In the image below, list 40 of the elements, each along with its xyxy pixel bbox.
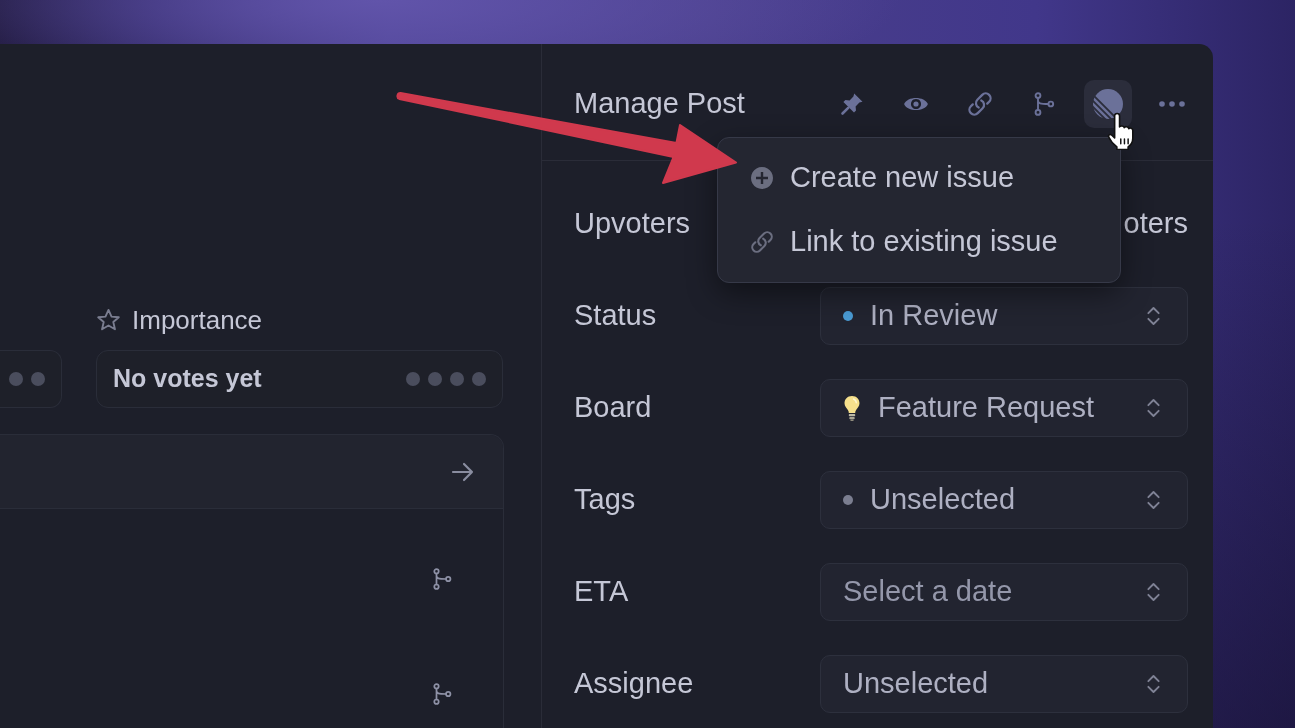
importance-label: Importance: [132, 306, 263, 334]
more-icon: [1159, 100, 1185, 108]
striped-circle-icon: [1092, 88, 1124, 120]
star-icon: [96, 307, 121, 333]
branch-icon: [431, 681, 453, 706]
chevron-up-down-icon: [1146, 672, 1161, 696]
field-label: ETA: [574, 574, 629, 610]
select-field[interactable]: In Review: [820, 287, 1188, 345]
issue-button[interactable]: [1084, 80, 1132, 128]
field-label: Tags: [574, 482, 636, 518]
branch-icon: [1032, 91, 1056, 117]
rating-dot-icon: [31, 372, 45, 386]
rating-dot-icon: [450, 372, 464, 386]
rating-dot-icon: [9, 372, 23, 386]
rating-dot-icon: [428, 372, 442, 386]
link-icon: [967, 91, 993, 117]
rating-dot-icon: [406, 372, 420, 386]
select-field[interactable]: Feature Request: [820, 379, 1188, 437]
menu-item[interactable]: Create new issue: [718, 146, 1120, 210]
lightbulb-icon: [843, 395, 861, 421]
branch-icon: [431, 566, 453, 591]
field-value-text: oters: [1123, 206, 1188, 242]
hand-cursor-icon: [1107, 112, 1137, 150]
select-field[interactable]: Unselected: [820, 471, 1188, 529]
link-icon: [750, 230, 774, 254]
pin-icon: [840, 92, 864, 116]
chevron-up-down-icon: [1146, 396, 1161, 420]
chevron-up-down-icon: [1146, 580, 1161, 604]
field-label: Status: [574, 298, 657, 334]
menu-item[interactable]: Link to existing issue: [718, 210, 1120, 274]
field-label: Assignee: [574, 666, 694, 702]
chevron-up-down-icon: [1146, 488, 1161, 512]
rating-dot-icon: [472, 372, 486, 386]
select-field[interactable]: Unselected: [820, 655, 1188, 713]
votes-text: No votes yet: [113, 363, 262, 395]
panel-title: Manage Post: [574, 86, 745, 122]
chevron-up-down-icon: [1146, 304, 1161, 328]
field-label: Upvoters: [574, 206, 691, 242]
field-label: Board: [574, 390, 652, 426]
select-field[interactable]: Select a date: [820, 563, 1188, 621]
